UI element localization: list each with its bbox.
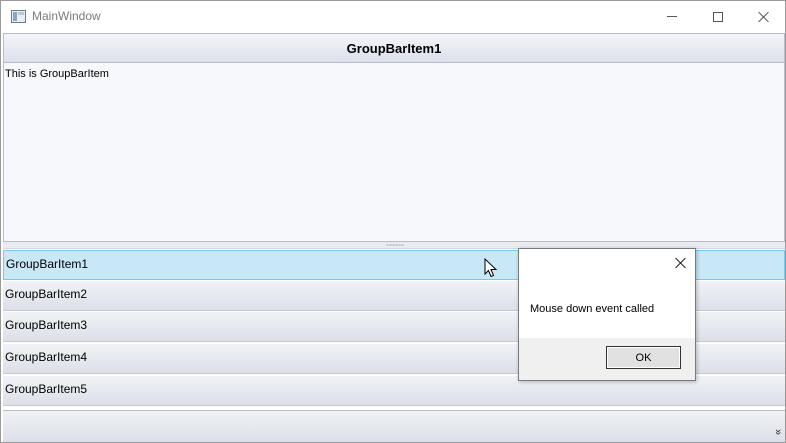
- close-icon[interactable]: [675, 257, 687, 269]
- ok-button[interactable]: OK: [606, 346, 681, 369]
- groupbar-item-label: GroupBarItem2: [5, 287, 88, 301]
- groupbar-content-text: This is GroupBarItem: [5, 68, 109, 80]
- groupbar-item-label: GroupBarItem4: [5, 350, 88, 364]
- title-bar[interactable]: MainWindow: [1, 1, 785, 32]
- close-icon: [758, 11, 770, 23]
- minimize-button[interactable]: [649, 1, 695, 32]
- groupbar-overflow-bar: »: [3, 410, 785, 442]
- main-window: MainWindow GroupBarItem1 This is GroupBa…: [0, 0, 786, 443]
- groupbar-header: GroupBarItem1: [3, 33, 785, 63]
- groupbar-item-label: GroupBarItem1: [6, 257, 89, 271]
- groupbar-item-label: GroupBarItem3: [5, 318, 88, 332]
- minimize-icon: [667, 16, 677, 17]
- mouse-pointer-icon: [484, 258, 498, 278]
- maximize-button[interactable]: [695, 1, 741, 32]
- close-window-button[interactable]: [741, 1, 786, 32]
- window-title: MainWindow: [32, 9, 101, 23]
- maximize-icon: [713, 11, 723, 22]
- message-text: Mouse down event called: [530, 303, 655, 315]
- splitter-grip-icon: [386, 244, 404, 246]
- groupbar-content-panel: This is GroupBarItem: [3, 63, 785, 241]
- message-box-dialog: Mouse down event called OK: [518, 248, 696, 381]
- app-window-icon: [11, 10, 26, 23]
- groupbar-item-label: GroupBarItem5: [5, 382, 88, 396]
- message-box-footer: OK: [519, 338, 695, 380]
- chevron-double-down-icon[interactable]: »: [772, 429, 784, 435]
